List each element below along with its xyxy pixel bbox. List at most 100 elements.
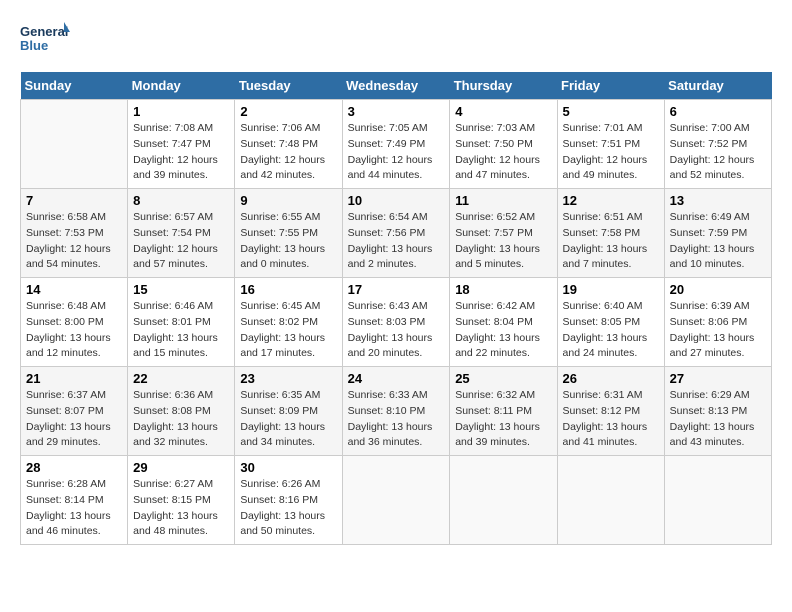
- calendar-cell: 8 Sunrise: 6:57 AMSunset: 7:54 PMDaylight…: [128, 189, 235, 278]
- calendar-cell: [664, 456, 771, 545]
- calendar-cell: 9 Sunrise: 6:55 AMSunset: 7:55 PMDaylight…: [235, 189, 342, 278]
- calendar-cell: 20 Sunrise: 6:39 AMSunset: 8:06 PMDayligh…: [664, 278, 771, 367]
- day-info: Sunrise: 6:32 AMSunset: 8:11 PMDaylight:…: [455, 388, 551, 451]
- day-number: 16: [240, 282, 336, 297]
- day-number: 10: [348, 193, 445, 208]
- calendar-cell: 17 Sunrise: 6:43 AMSunset: 8:03 PMDayligh…: [342, 278, 450, 367]
- day-number: 28: [26, 460, 122, 475]
- day-info: Sunrise: 6:27 AMSunset: 8:15 PMDaylight:…: [133, 477, 229, 540]
- day-info: Sunrise: 6:43 AMSunset: 8:03 PMDaylight:…: [348, 299, 445, 362]
- calendar-cell: [342, 456, 450, 545]
- calendar-cell: 19 Sunrise: 6:40 AMSunset: 8:05 PMDayligh…: [557, 278, 664, 367]
- day-number: 2: [240, 104, 336, 119]
- calendar-cell: 13Sunrise: 6:49 AMSunset: 7:59 PMDayligh…: [664, 189, 771, 278]
- weekday-header: Saturday: [664, 72, 771, 100]
- calendar-cell: 1 Sunrise: 7:08 AMSunset: 7:47 PMDaylight…: [128, 100, 235, 189]
- day-number: 15: [133, 282, 229, 297]
- day-number: 20: [670, 282, 766, 297]
- day-info: Sunrise: 6:37 AMSunset: 8:07 PMDaylight:…: [26, 388, 122, 451]
- day-number: 26: [563, 371, 659, 386]
- day-number: 11: [455, 193, 551, 208]
- calendar-cell: 3 Sunrise: 7:05 AMSunset: 7:49 PMDaylight…: [342, 100, 450, 189]
- day-number: 17: [348, 282, 445, 297]
- day-number: 4: [455, 104, 551, 119]
- calendar-week-row: 1 Sunrise: 7:08 AMSunset: 7:47 PMDaylight…: [21, 100, 772, 189]
- calendar-cell: 7 Sunrise: 6:58 AMSunset: 7:53 PMDaylight…: [21, 189, 128, 278]
- calendar-cell: 22Sunrise: 6:36 AMSunset: 8:08 PMDayligh…: [128, 367, 235, 456]
- day-info: Sunrise: 6:57 AMSunset: 7:54 PMDaylight:…: [133, 210, 229, 273]
- day-number: 24: [348, 371, 445, 386]
- calendar-cell: 29 Sunrise: 6:27 AMSunset: 8:15 PMDayligh…: [128, 456, 235, 545]
- day-info: Sunrise: 6:51 AMSunset: 7:58 PMDaylight:…: [563, 210, 659, 273]
- day-info: Sunrise: 6:52 AMSunset: 7:57 PMDaylight:…: [455, 210, 551, 273]
- day-number: 18: [455, 282, 551, 297]
- day-info: Sunrise: 6:42 AMSunset: 8:04 PMDaylight:…: [455, 299, 551, 362]
- calendar-cell: 23Sunrise: 6:35 AMSunset: 8:09 PMDayligh…: [235, 367, 342, 456]
- weekday-header: Tuesday: [235, 72, 342, 100]
- day-number: 5: [563, 104, 659, 119]
- calendar-cell: 4 Sunrise: 7:03 AMSunset: 7:50 PMDaylight…: [450, 100, 557, 189]
- day-info: Sunrise: 6:29 AMSunset: 8:13 PMDaylight:…: [670, 388, 766, 451]
- day-number: 9: [240, 193, 336, 208]
- day-info: Sunrise: 6:45 AMSunset: 8:02 PMDaylight:…: [240, 299, 336, 362]
- day-number: 29: [133, 460, 229, 475]
- calendar-cell: 21 Sunrise: 6:37 AMSunset: 8:07 PMDayligh…: [21, 367, 128, 456]
- calendar-cell: 25 Sunrise: 6:32 AMSunset: 8:11 PMDayligh…: [450, 367, 557, 456]
- calendar-cell: [557, 456, 664, 545]
- day-number: 7: [26, 193, 122, 208]
- weekday-header: Sunday: [21, 72, 128, 100]
- calendar-cell: 6 Sunrise: 7:00 AMSunset: 7:52 PMDaylight…: [664, 100, 771, 189]
- day-number: 1: [133, 104, 229, 119]
- svg-text:Blue: Blue: [20, 38, 48, 53]
- calendar-cell: 12 Sunrise: 6:51 AMSunset: 7:58 PMDayligh…: [557, 189, 664, 278]
- day-number: 8: [133, 193, 229, 208]
- day-info: Sunrise: 6:49 AMSunset: 7:59 PMDaylight:…: [670, 210, 766, 273]
- calendar-cell: 10Sunrise: 6:54 AMSunset: 7:56 PMDayligh…: [342, 189, 450, 278]
- calendar-cell: 2 Sunrise: 7:06 AMSunset: 7:48 PMDaylight…: [235, 100, 342, 189]
- day-info: Sunrise: 6:55 AMSunset: 7:55 PMDaylight:…: [240, 210, 336, 273]
- calendar-cell: [450, 456, 557, 545]
- day-info: Sunrise: 7:08 AMSunset: 7:47 PMDaylight:…: [133, 121, 229, 184]
- day-number: 12: [563, 193, 659, 208]
- day-number: 25: [455, 371, 551, 386]
- calendar-cell: 5 Sunrise: 7:01 AMSunset: 7:51 PMDaylight…: [557, 100, 664, 189]
- logo-svg: General Blue: [20, 20, 70, 62]
- day-info: Sunrise: 6:35 AMSunset: 8:09 PMDaylight:…: [240, 388, 336, 451]
- day-number: 19: [563, 282, 659, 297]
- day-info: Sunrise: 7:06 AMSunset: 7:48 PMDaylight:…: [240, 121, 336, 184]
- weekday-header: Wednesday: [342, 72, 450, 100]
- day-number: 6: [670, 104, 766, 119]
- calendar-cell: 16 Sunrise: 6:45 AMSunset: 8:02 PMDayligh…: [235, 278, 342, 367]
- day-info: Sunrise: 6:46 AMSunset: 8:01 PMDaylight:…: [133, 299, 229, 362]
- day-info: Sunrise: 6:40 AMSunset: 8:05 PMDaylight:…: [563, 299, 659, 362]
- day-info: Sunrise: 7:01 AMSunset: 7:51 PMDaylight:…: [563, 121, 659, 184]
- day-info: Sunrise: 6:31 AMSunset: 8:12 PMDaylight:…: [563, 388, 659, 451]
- calendar-cell: 15 Sunrise: 6:46 AMSunset: 8:01 PMDayligh…: [128, 278, 235, 367]
- calendar-cell: 30Sunrise: 6:26 AMSunset: 8:16 PMDayligh…: [235, 456, 342, 545]
- day-info: Sunrise: 6:26 AMSunset: 8:16 PMDaylight:…: [240, 477, 336, 540]
- weekday-header: Friday: [557, 72, 664, 100]
- day-info: Sunrise: 7:05 AMSunset: 7:49 PMDaylight:…: [348, 121, 445, 184]
- calendar-cell: 27 Sunrise: 6:29 AMSunset: 8:13 PMDayligh…: [664, 367, 771, 456]
- weekday-header: Monday: [128, 72, 235, 100]
- day-info: Sunrise: 6:39 AMSunset: 8:06 PMDaylight:…: [670, 299, 766, 362]
- day-number: 22: [133, 371, 229, 386]
- page-header: General Blue: [20, 20, 772, 62]
- day-number: 14: [26, 282, 122, 297]
- day-info: Sunrise: 7:03 AMSunset: 7:50 PMDaylight:…: [455, 121, 551, 184]
- day-info: Sunrise: 6:48 AMSunset: 8:00 PMDaylight:…: [26, 299, 122, 362]
- calendar-cell: 18 Sunrise: 6:42 AMSunset: 8:04 PMDayligh…: [450, 278, 557, 367]
- calendar-cell: 14 Sunrise: 6:48 AMSunset: 8:00 PMDayligh…: [21, 278, 128, 367]
- day-info: Sunrise: 7:00 AMSunset: 7:52 PMDaylight:…: [670, 121, 766, 184]
- calendar-week-row: 28 Sunrise: 6:28 AMSunset: 8:14 PMDayligh…: [21, 456, 772, 545]
- day-number: 3: [348, 104, 445, 119]
- day-info: Sunrise: 6:58 AMSunset: 7:53 PMDaylight:…: [26, 210, 122, 273]
- weekday-header: Thursday: [450, 72, 557, 100]
- calendar-cell: [21, 100, 128, 189]
- weekday-header-row: SundayMondayTuesdayWednesdayThursdayFrid…: [21, 72, 772, 100]
- day-number: 21: [26, 371, 122, 386]
- day-info: Sunrise: 6:28 AMSunset: 8:14 PMDaylight:…: [26, 477, 122, 540]
- day-number: 27: [670, 371, 766, 386]
- calendar-week-row: 21 Sunrise: 6:37 AMSunset: 8:07 PMDayligh…: [21, 367, 772, 456]
- svg-text:General: General: [20, 24, 68, 39]
